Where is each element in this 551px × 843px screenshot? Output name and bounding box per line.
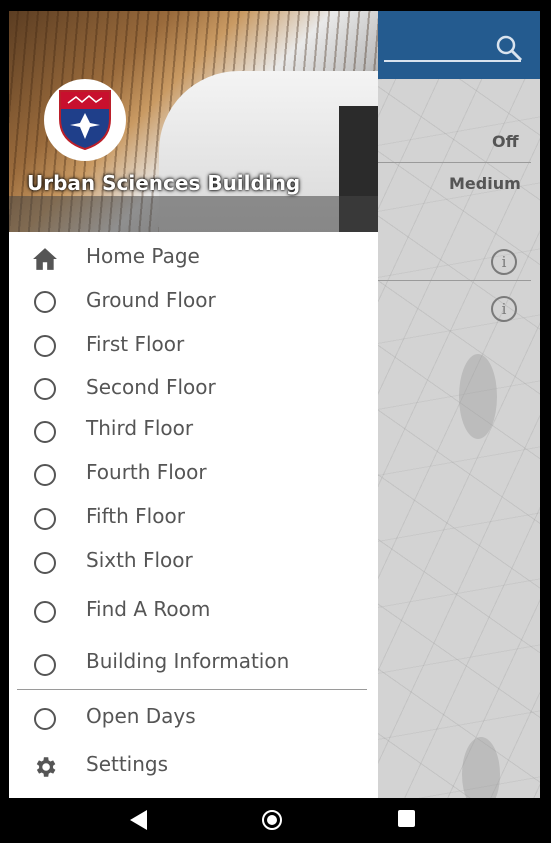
drawer-header-image: Urban Sciences Building [9,11,378,232]
menu-item-building-information[interactable]: Building Information [9,642,378,682]
screen: Off Medium i i Urban Sciences Building H… [9,11,540,798]
menu-label: Fourth Floor [86,460,207,484]
menu-label: Sixth Floor [86,548,193,572]
menu-item-fifth-floor[interactable]: Fifth Floor [9,497,378,537]
menu-item-first-floor[interactable]: First Floor [9,325,378,365]
menu-label: Fifth Floor [86,504,185,528]
radio-icon [34,335,56,357]
divider [378,280,531,281]
back-icon[interactable] [130,810,147,830]
phone-frame: Off Medium i i Urban Sciences Building H… [0,0,551,843]
menu-item-settings[interactable]: Settings [9,745,378,785]
navigation-drawer: Urban Sciences Building Home Page Ground… [9,11,378,798]
shield-icon [59,90,111,151]
menu-label: Find A Room [86,597,211,621]
radio-icon [34,291,56,313]
radio-icon [34,601,56,623]
menu-label: Open Days [86,704,196,728]
radio-icon [34,421,56,443]
menu-label: Ground Floor [86,288,216,312]
radio-icon [34,378,56,400]
menu-item-fourth-floor[interactable]: Fourth Floor [9,453,378,493]
radio-icon [34,508,56,530]
setting-value-medium: Medium [449,174,521,193]
search-icon[interactable] [495,34,523,62]
menu-label: Third Floor [86,416,194,440]
building-title: Urban Sciences Building [27,171,301,195]
radio-icon [34,654,56,676]
menu-label: Second Floor [86,375,216,399]
menu-item-sixth-floor[interactable]: Sixth Floor [9,541,378,581]
gear-icon [36,757,56,777]
menu-item-home-page[interactable]: Home Page [9,237,378,277]
divider [378,162,531,163]
menu-label: Home Page [86,244,200,268]
menu-label: Building Information [86,649,290,673]
menu-item-open-days[interactable]: Open Days [9,697,378,737]
info-icon[interactable]: i [491,249,517,275]
setting-value-off: Off [492,132,519,151]
background-shape [459,354,497,439]
menu-item-find-a-room[interactable]: Find A Room [9,590,378,630]
menu-item-ground-floor[interactable]: Ground Floor [9,281,378,321]
menu-item-second-floor[interactable]: Second Floor [9,368,378,408]
menu-divider [17,689,367,690]
home-button-icon[interactable] [262,810,282,830]
menu-label: First Floor [86,332,185,356]
recent-apps-icon[interactable] [398,810,415,827]
radio-icon [34,464,56,486]
university-logo [44,79,126,161]
radio-icon [34,708,56,730]
radio-icon [34,552,56,574]
home-icon [33,248,57,270]
background-shape [462,737,500,798]
info-icon[interactable]: i [491,296,517,322]
menu-label: Settings [86,752,169,776]
menu-item-third-floor[interactable]: Third Floor [9,410,378,450]
header-photo-floor [9,196,378,232]
